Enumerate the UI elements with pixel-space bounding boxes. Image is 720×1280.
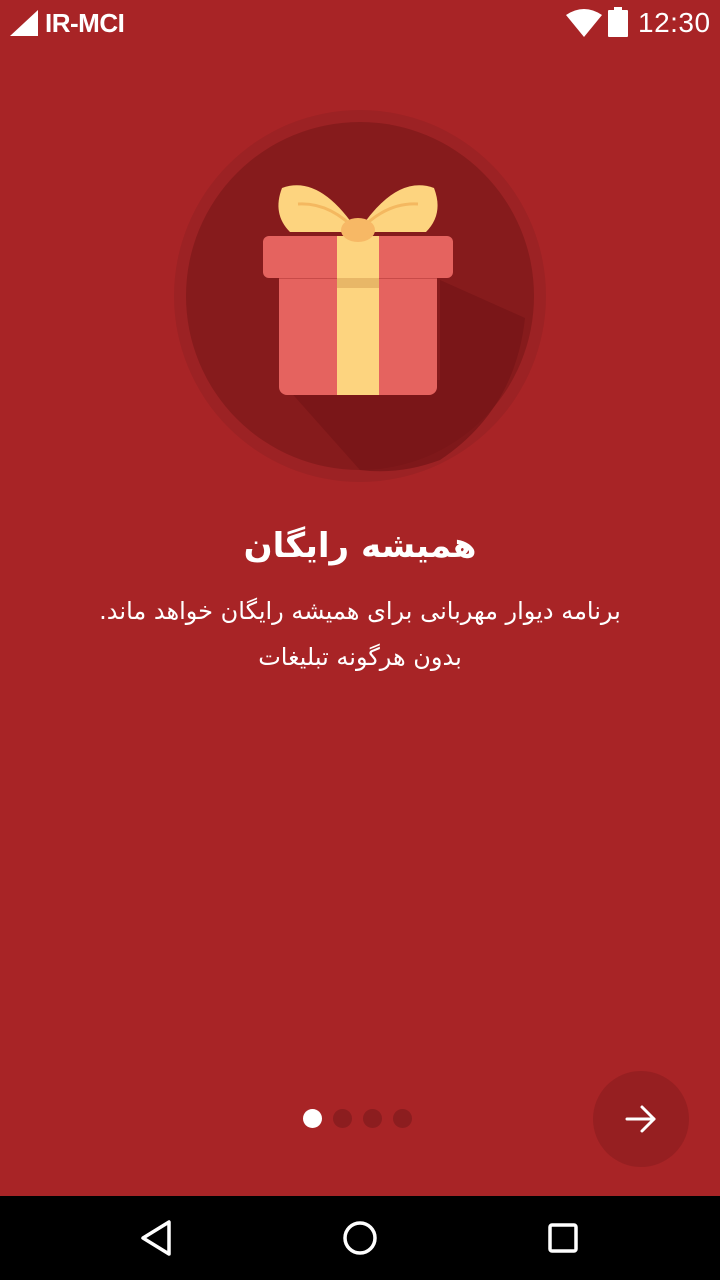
battery-icon	[608, 7, 628, 37]
page-dot-4[interactable]	[393, 1109, 412, 1128]
back-button[interactable]	[97, 1196, 217, 1280]
description-line-1: برنامه دیوار مهربانی برای همیشه رایگان خ…	[99, 597, 621, 625]
description-line-2: بدون هرگونه تبلیغات	[258, 643, 462, 671]
recents-button[interactable]	[503, 1196, 623, 1280]
wifi-icon	[566, 9, 602, 37]
home-icon	[343, 1221, 377, 1255]
arrow-right-icon	[625, 1105, 656, 1133]
onboarding-screen: IR-MCI 12:30 همیشه رایگان برنامه دیوار م…	[0, 0, 720, 1280]
next-button[interactable]	[593, 1071, 689, 1167]
clock: 12:30	[638, 7, 711, 38]
carrier-name: IR-MCI	[45, 8, 125, 38]
page-dot-3[interactable]	[363, 1109, 382, 1128]
navigation-bar	[0, 1196, 720, 1280]
signal-icon	[10, 10, 38, 36]
status-bar: IR-MCI 12:30	[0, 0, 720, 48]
onboarding-title: همیشه رایگان	[243, 526, 477, 566]
onboarding-description: برنامه دیوار مهربانی برای همیشه رایگان خ…	[60, 588, 660, 680]
page-indicator	[303, 1109, 412, 1129]
back-icon	[141, 1220, 171, 1256]
gift-illustration	[174, 110, 546, 482]
recents-icon	[548, 1223, 578, 1253]
page-dot-2[interactable]	[333, 1109, 352, 1128]
home-button[interactable]	[300, 1196, 420, 1280]
page-dot-1[interactable]	[303, 1109, 322, 1128]
